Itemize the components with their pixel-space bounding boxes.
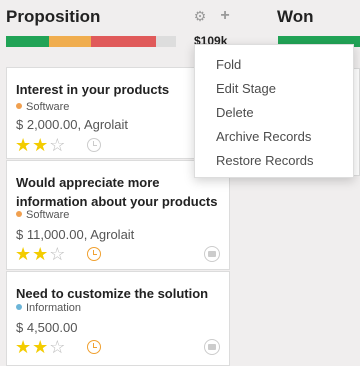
activity-clock-icon[interactable] bbox=[87, 340, 101, 354]
star-empty-icon[interactable]: ☆ bbox=[49, 337, 66, 357]
progress-segment[interactable] bbox=[48, 36, 91, 47]
progress-segment[interactable] bbox=[6, 36, 49, 47]
menu-item-archive-records[interactable]: Archive Records bbox=[195, 125, 353, 149]
tag-label: Information bbox=[26, 302, 82, 314]
add-icon[interactable]: + bbox=[218, 8, 232, 24]
card-tag: Software bbox=[16, 209, 69, 221]
card-price: $ 2,000.00, Agrolait bbox=[16, 117, 129, 132]
card-tag: Information bbox=[16, 302, 81, 314]
progress-segment[interactable] bbox=[155, 36, 176, 47]
star-icon[interactable]: ★ bbox=[32, 135, 49, 155]
menu-item-edit-stage[interactable]: Edit Stage bbox=[195, 77, 353, 101]
column-won: Won bbox=[272, 0, 360, 47]
progress-bar[interactable] bbox=[6, 36, 176, 47]
priority-stars[interactable]: ★★☆ bbox=[15, 136, 66, 154]
tag-label: Software bbox=[26, 101, 70, 113]
card-title: Would appreciate more information about … bbox=[16, 175, 218, 209]
star-empty-icon[interactable]: ☆ bbox=[49, 135, 66, 155]
camera-icon bbox=[204, 339, 220, 355]
menu-item-delete[interactable]: Delete bbox=[195, 101, 353, 125]
column-proposition: Proposition ⚙ + $109k Interest in your p… bbox=[0, 0, 236, 366]
progress-segment[interactable] bbox=[91, 36, 156, 47]
tag-dot bbox=[16, 103, 22, 109]
star-icon[interactable]: ★ bbox=[15, 244, 32, 264]
tag-dot bbox=[16, 304, 22, 310]
card-title: Need to customize the solution bbox=[16, 286, 209, 301]
activity-clock-icon[interactable] bbox=[87, 138, 101, 152]
tag-dot bbox=[16, 211, 22, 217]
card-price: $ 11,000.00, Agrolait bbox=[16, 227, 135, 242]
column-header: Proposition ⚙ + bbox=[0, 0, 236, 36]
star-icon[interactable]: ★ bbox=[15, 135, 32, 155]
column-title: Proposition bbox=[6, 7, 101, 26]
column-header: Won bbox=[272, 0, 360, 36]
star-icon[interactable]: ★ bbox=[15, 337, 32, 357]
kanban-card[interactable]: Need to customize the solution Informati… bbox=[6, 271, 230, 366]
card-tag: Software bbox=[16, 101, 69, 113]
card-title: Interest in your products bbox=[16, 82, 170, 97]
priority-stars[interactable]: ★★☆ bbox=[15, 338, 66, 356]
menu-item-fold[interactable]: Fold bbox=[195, 53, 353, 77]
card-price: $ 4,500.00 bbox=[16, 320, 78, 335]
menu-item-restore-records[interactable]: Restore Records bbox=[195, 149, 353, 173]
star-icon[interactable]: ★ bbox=[32, 244, 49, 264]
priority-stars[interactable]: ★★☆ bbox=[15, 245, 66, 263]
column-title: Won bbox=[277, 7, 314, 26]
star-empty-icon[interactable]: ☆ bbox=[49, 244, 66, 264]
tag-label: Software bbox=[26, 209, 70, 221]
gear-icon[interactable]: ⚙ bbox=[193, 9, 207, 23]
stage-menu: Fold Edit Stage Delete Archive Records R… bbox=[194, 44, 354, 178]
camera-icon bbox=[204, 246, 220, 262]
star-icon[interactable]: ★ bbox=[32, 337, 49, 357]
activity-clock-icon[interactable] bbox=[87, 247, 101, 261]
